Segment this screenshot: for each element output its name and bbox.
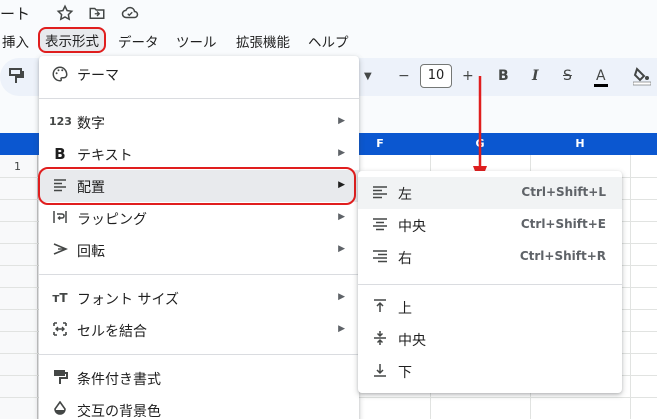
menu-item-wrapping[interactable]: ラッピング ▶ (39, 202, 359, 234)
align-bottom-icon (372, 362, 390, 380)
menu-item-label: ラッピング (77, 212, 147, 228)
font-size-input[interactable]: 10 (420, 64, 452, 88)
annotation-arrow-icon (473, 76, 487, 184)
cloud-status-icon[interactable] (120, 4, 140, 22)
alignment-submenu: 左 Ctrl+Shift+L 中央 Ctrl+Shift+E 右 Ctrl+Sh… (358, 171, 622, 393)
submenu-item-label: 上 (398, 301, 412, 317)
submenu-item-align-center[interactable]: 中央 Ctrl+Shift+E (358, 209, 622, 241)
submenu-item-label: 左 (398, 187, 412, 203)
doc-title[interactable]: ート (0, 3, 30, 24)
menu-item-label: テーマ (77, 68, 119, 84)
rotate-icon (51, 241, 69, 259)
align-left-icon (372, 184, 390, 202)
submenu-arrow-icon: ▶ (338, 212, 345, 222)
menu-item-alternating-colors[interactable]: 交互の背景色 (39, 394, 359, 419)
menu-item-text[interactable]: B テキスト ▶ (39, 138, 359, 170)
menu-item-number[interactable]: 123 数字 ▶ (39, 106, 359, 138)
align-right-icon (372, 248, 390, 266)
star-icon[interactable] (56, 4, 76, 22)
font-size-icon: тT (52, 291, 68, 305)
menu-item-merge-cells[interactable]: セルを結合 ▶ (39, 314, 359, 346)
menu-help[interactable]: ヘルプ (308, 31, 349, 51)
submenu-arrow-icon: ▶ (338, 116, 345, 126)
strikethrough-button[interactable]: S (563, 68, 572, 84)
submenu-item-align-left[interactable]: 左 Ctrl+Shift+L (358, 177, 622, 209)
menu-item-label: 条件付き書式 (77, 372, 161, 388)
menu-format[interactable]: 表示形式 (38, 27, 106, 53)
paint-roller-icon (51, 369, 69, 387)
submenu-arrow-icon: ▶ (338, 148, 345, 158)
italic-button[interactable]: I (532, 68, 539, 84)
font-dropdown-arrow-icon[interactable]: ▼ (364, 71, 372, 82)
submenu-item-label: 中央 (398, 219, 426, 235)
menu-bar: 挿入 表示形式 データ ツール 拡張機能 ヘルプ (0, 27, 657, 53)
submenu-item-align-middle[interactable]: 中央 (358, 323, 622, 355)
bold-icon: B (54, 145, 66, 163)
menu-item-conditional-formatting[interactable]: 条件付き書式 (39, 362, 359, 394)
menu-insert[interactable]: 挿入 (2, 31, 29, 51)
menu-tools[interactable]: ツール (176, 31, 217, 51)
submenu-item-align-top[interactable]: 上 (358, 291, 622, 323)
alternating-colors-icon (51, 400, 69, 419)
menu-item-label: セルを結合 (77, 324, 147, 340)
text-color-button[interactable]: A (594, 68, 608, 87)
align-middle-icon (372, 330, 390, 348)
annotation-highlight-box (38, 167, 356, 205)
keyboard-shortcut: Ctrl+Shift+R (519, 249, 606, 263)
merge-cells-icon (51, 321, 69, 339)
menu-extensions[interactable]: 拡張機能 (236, 31, 290, 51)
menu-data[interactable]: データ (118, 31, 159, 51)
submenu-item-label: 右 (398, 251, 412, 267)
keyboard-shortcut: Ctrl+Shift+E (520, 217, 606, 231)
move-folder-icon[interactable] (88, 4, 108, 22)
submenu-item-align-bottom[interactable]: 下 (358, 355, 622, 387)
submenu-item-label: 下 (398, 365, 412, 381)
menu-item-label: 数字 (77, 116, 105, 132)
column-header-h[interactable]: H (530, 137, 630, 150)
row-number-1[interactable]: 1 (14, 160, 21, 173)
align-center-icon (372, 216, 390, 234)
fill-color-icon[interactable] (632, 66, 652, 90)
title-bar: ート (0, 0, 657, 26)
bold-button[interactable]: B (498, 68, 509, 84)
format-menu: テーマ 123 数字 ▶ B テキスト ▶ 配置 ▶ ラッピング ▶ 回転 ▶ … (39, 56, 359, 419)
font-size-decrease-button[interactable]: − (398, 68, 410, 84)
menu-item-label: フォント サイズ (77, 292, 180, 308)
menu-item-label: テキスト (77, 148, 133, 164)
menu-item-label: 回転 (77, 244, 105, 260)
submenu-arrow-icon: ▶ (338, 292, 345, 302)
paint-format-icon[interactable] (8, 67, 24, 89)
menu-item-font-size[interactable]: тT フォント サイズ ▶ (39, 282, 359, 314)
number-123-icon: 123 (49, 115, 72, 128)
align-top-icon (372, 298, 390, 316)
submenu-item-align-right[interactable]: 右 Ctrl+Shift+R (358, 241, 622, 273)
submenu-arrow-icon: ▶ (338, 244, 345, 254)
wrap-icon (51, 209, 69, 227)
palette-icon (51, 65, 69, 83)
menu-item-label: 交互の背景色 (77, 404, 161, 419)
menu-item-rotation[interactable]: 回転 ▶ (39, 234, 359, 266)
keyboard-shortcut: Ctrl+Shift+L (521, 185, 606, 199)
submenu-item-label: 中央 (398, 333, 426, 349)
submenu-arrow-icon: ▶ (338, 324, 345, 334)
menu-item-theme[interactable]: テーマ (39, 58, 359, 90)
